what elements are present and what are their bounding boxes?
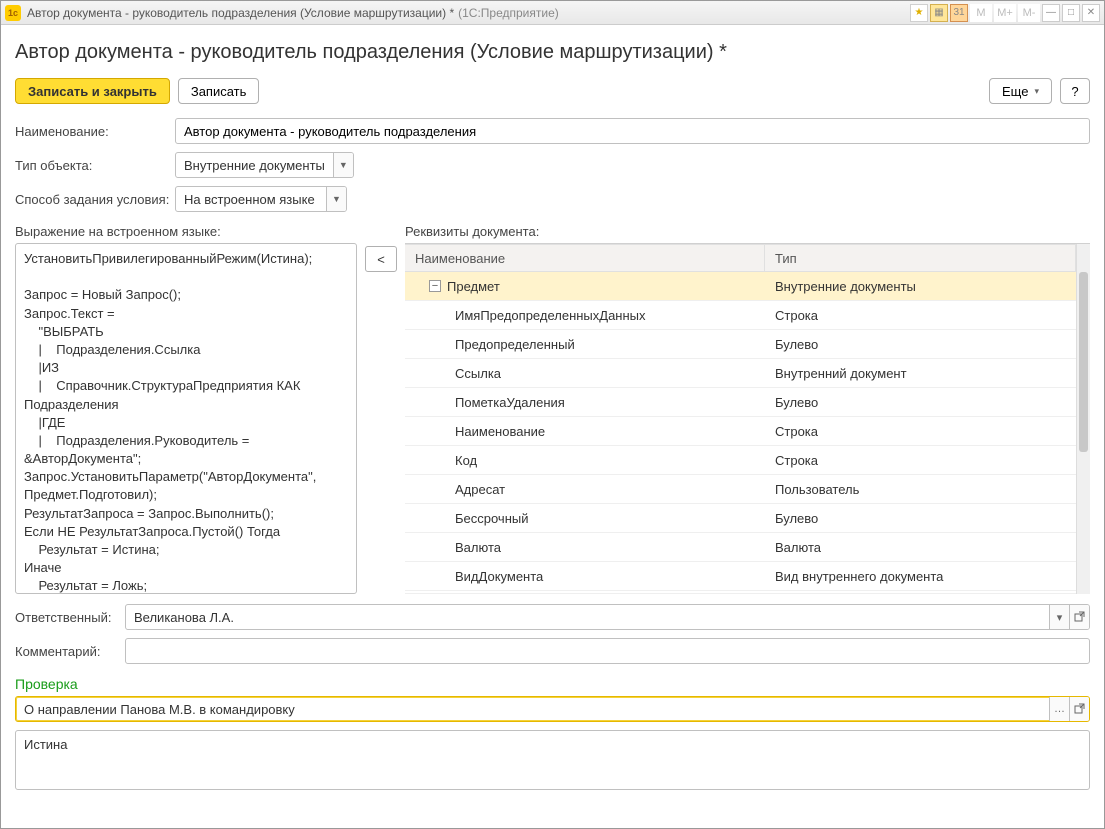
app-icon: 1c	[5, 5, 21, 21]
tree-item-name: Валюта	[455, 540, 501, 555]
condition-mode-select[interactable]: На встроенном языке ▼	[175, 186, 347, 212]
object-type-label: Тип объекта:	[15, 158, 171, 173]
condition-mode-label: Способ задания условия:	[15, 192, 171, 207]
tree-row[interactable]: Предопределенный Булево	[405, 330, 1076, 359]
calendar-icon[interactable]: 31	[950, 4, 968, 22]
tree-item-name: Предопределенный	[455, 337, 575, 352]
memory-mminus-button[interactable]: M-	[1018, 4, 1040, 22]
requisites-tree[interactable]: Наименование Тип −Предмет Внутренние доку…	[405, 244, 1076, 594]
tree-row[interactable]: Адресат Пользователь	[405, 475, 1076, 504]
save-and-close-button[interactable]: Записать и закрыть	[15, 78, 170, 104]
check-result-box: Истина	[15, 730, 1090, 790]
titlebar: 1c Автор документа - руководитель подраз…	[1, 1, 1104, 25]
maximize-icon[interactable]: □	[1062, 4, 1080, 22]
minimize-icon[interactable]: —	[1042, 4, 1060, 22]
check-document-input[interactable]: О направлении Панова М.В. в командировку…	[15, 696, 1090, 722]
tree-item-name: ПометкаУдаления	[455, 395, 565, 410]
tree-item-type: Внутренние документы	[765, 279, 1076, 294]
tree-item-name: Бессрочный	[455, 511, 529, 526]
tree-item-name: Наименование	[455, 424, 545, 439]
tree-scrollbar[interactable]	[1076, 244, 1090, 594]
tree-item-name: Предмет	[447, 279, 500, 294]
tree-item-type: Строка	[765, 308, 1076, 323]
tree-item-name: ИмяПредопределенныхДанных	[455, 308, 646, 323]
window-title: Автор документа - руководитель подраздел…	[27, 6, 454, 20]
tree-item-name: Ссылка	[455, 366, 501, 381]
page-title: Автор документа - руководитель подраздел…	[15, 41, 1090, 64]
tree-item-type: Булево	[765, 337, 1076, 352]
requisites-label: Реквизиты документа:	[405, 224, 1090, 239]
tree-item-type: Пользователь	[765, 482, 1076, 497]
tree-row[interactable]: ВидДокумента Вид внутреннего документа	[405, 562, 1076, 591]
toolbar: Записать и закрыть Записать Еще ?	[15, 78, 1090, 104]
expression-label: Выражение на встроенном языке:	[15, 224, 357, 239]
tree-row[interactable]: Наименование Строка	[405, 417, 1076, 446]
scrollbar-thumb[interactable]	[1079, 272, 1088, 452]
tree-row[interactable]: Код Строка	[405, 446, 1076, 475]
tree-row[interactable]: Валюта Валюта	[405, 533, 1076, 562]
tree-item-type: Валюта	[765, 540, 1076, 555]
comment-label: Комментарий:	[15, 644, 121, 659]
tree-item-type: Булево	[765, 511, 1076, 526]
chevron-down-icon[interactable]: ▼	[333, 153, 353, 177]
tree-row[interactable]: −Предмет Внутренние документы	[405, 272, 1076, 301]
help-button[interactable]: ?	[1060, 78, 1090, 104]
tree-item-name: Адресат	[455, 482, 505, 497]
more-button[interactable]: Еще	[989, 78, 1052, 104]
object-type-value: Внутренние документы	[176, 153, 333, 177]
titlebar-buttons: ★ ▦ 31 M M+ M- — □ ✕	[910, 4, 1100, 22]
favorite-icon[interactable]: ★	[910, 4, 928, 22]
name-input[interactable]	[175, 118, 1090, 144]
insert-left-button[interactable]: <	[365, 246, 397, 272]
expression-textarea[interactable]: УстановитьПривилегированныйРежим(Истина)…	[15, 243, 357, 594]
memory-mplus-button[interactable]: M+	[994, 4, 1016, 22]
chevron-down-icon[interactable]: ▼	[326, 187, 346, 211]
open-icon[interactable]	[1069, 697, 1089, 721]
tree-item-name: Код	[455, 453, 477, 468]
tree-row[interactable]: ИмяПредопределенныхДанных Строка	[405, 301, 1076, 330]
check-document-value: О направлении Панова М.В. в командировку	[16, 697, 1049, 721]
object-type-select[interactable]: Внутренние документы ▼	[175, 152, 354, 178]
tree-col-type[interactable]: Тип	[765, 245, 1076, 271]
memory-m-button[interactable]: M	[970, 4, 992, 22]
window-subtitle: (1С:Предприятие)	[458, 6, 559, 20]
tree-item-type: Булево	[765, 395, 1076, 410]
tree-item-type: Вид внутреннего документа	[765, 569, 1076, 584]
check-section-title: Проверка	[15, 676, 1090, 692]
save-button[interactable]: Записать	[178, 78, 260, 104]
calculator-icon[interactable]: ▦	[930, 4, 948, 22]
ellipsis-icon[interactable]: …	[1049, 697, 1069, 721]
tree-row[interactable]: ПометкаУдаления Булево	[405, 388, 1076, 417]
open-icon[interactable]	[1069, 605, 1089, 629]
tree-header: Наименование Тип	[405, 244, 1076, 272]
tree-item-name: ВидДокумента	[455, 569, 543, 584]
collapse-icon[interactable]: −	[429, 280, 441, 292]
condition-mode-value: На встроенном языке	[176, 187, 326, 211]
close-icon[interactable]: ✕	[1082, 4, 1100, 22]
comment-input[interactable]	[125, 638, 1090, 664]
tree-item-type: Строка	[765, 453, 1076, 468]
responsible-value: Великанова Л.А.	[126, 605, 1049, 629]
name-label: Наименование:	[15, 124, 171, 139]
responsible-label: Ответственный:	[15, 610, 121, 625]
tree-item-type: Строка	[765, 424, 1076, 439]
chevron-down-icon[interactable]: ▾	[1049, 605, 1069, 629]
responsible-input[interactable]: Великанова Л.А. ▾	[125, 604, 1090, 630]
tree-row[interactable]: Ссылка Внутренний документ	[405, 359, 1076, 388]
app-window: 1c Автор документа - руководитель подраз…	[0, 0, 1105, 829]
tree-col-name[interactable]: Наименование	[405, 245, 765, 271]
tree-row[interactable]: Бессрочный Булево	[405, 504, 1076, 533]
tree-item-type: Внутренний документ	[765, 366, 1076, 381]
